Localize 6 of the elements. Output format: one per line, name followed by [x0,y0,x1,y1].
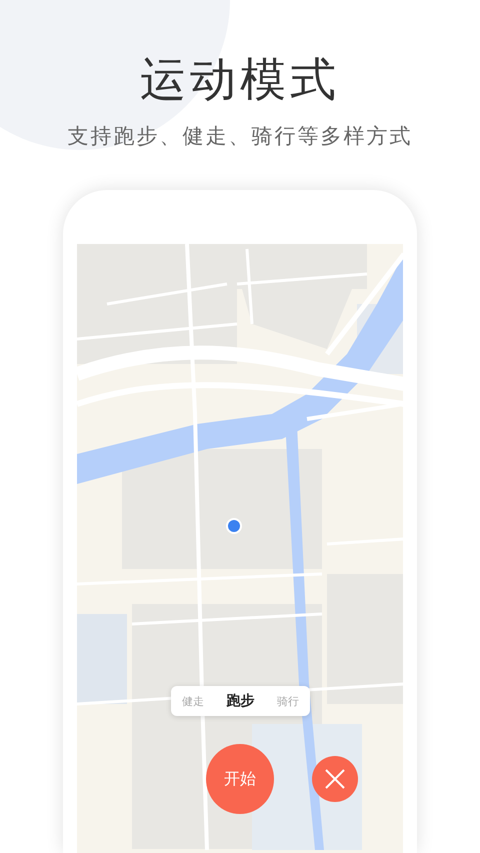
close-icon [325,769,345,789]
page-subtitle: 支持跑步、健走、骑行等多样方式 [68,123,412,150]
mode-tab[interactable]: 健走 [180,694,206,708]
mode-tab[interactable]: 跑步 [224,692,256,710]
mode-tab[interactable]: 骑行 [274,694,301,708]
page-title: 运动模式 [140,51,340,108]
